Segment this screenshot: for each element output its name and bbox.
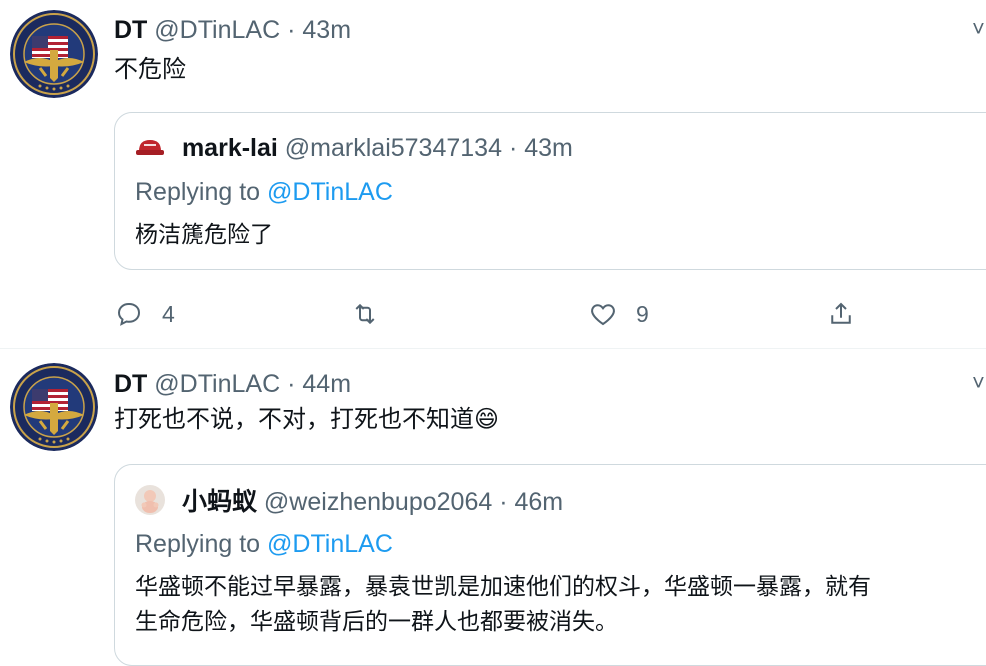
quote-author-name: mark-lai <box>181 134 278 162</box>
timestamp[interactable]: · 43m <box>287 16 351 44</box>
tweet-text: 不危险 <box>114 56 186 83</box>
tweet-header: DT @DTinLAC · 44m <box>114 369 351 399</box>
quote-text-line-1: 华盛顿不能过早暴露，暴袁世凯是加速他们的权斗，华盛顿一暴露，就有 <box>135 573 871 599</box>
baby-doll-icon <box>135 485 165 522</box>
quote-author-name: 小蚂蚁 <box>181 488 257 517</box>
replying-to: Replying to @DTinLAC <box>135 529 393 559</box>
share-icon <box>831 302 851 324</box>
reply-count: 4 <box>162 300 175 327</box>
quote-text: 杨洁篪危险了 <box>135 221 273 247</box>
quote-author-handle: @weizhenbupo2064 <box>263 488 493 517</box>
retweet-button[interactable] <box>350 297 380 331</box>
navy-seal-emblem-icon[interactable] <box>10 10 98 98</box>
author-name[interactable]: DT <box>114 370 147 398</box>
replying-prefix: Replying to <box>135 178 268 206</box>
quote-header: mark-lai @marklai57347134 · 43m <box>135 133 573 164</box>
navy-seal-emblem-icon[interactable] <box>10 363 98 451</box>
quote-timestamp: · 46m <box>499 488 564 517</box>
retweet-icon <box>355 303 375 325</box>
heart-icon <box>591 304 615 326</box>
chevron-down-icon[interactable]: ˅ <box>972 22 986 36</box>
mention-link[interactable]: @DTinLAC <box>267 178 393 206</box>
tweet-text: 打死也不说，不对，打死也不知道😄 <box>114 406 500 433</box>
tweet-header: DT @DTinLAC · 43m <box>114 15 351 45</box>
quote-timestamp: · 43m <box>508 134 573 162</box>
quoted-tweet[interactable]: mark-lai @marklai57347134 · 43m Replying… <box>114 112 986 270</box>
tweet[interactable]: DT @DTinLAC · 43m ˅ 不危险 mark-lai @markla… <box>0 0 986 348</box>
quote-author-handle: @marklai57347134 <box>284 134 502 162</box>
tweet[interactable]: DT @DTinLAC · 44m ˅ 打死也不说，不对，打死也不知道😄 小蚂蚁… <box>0 349 986 666</box>
red-hat-icon <box>135 134 165 164</box>
action-bar: 4 9 <box>114 297 874 331</box>
timestamp[interactable]: · 44m <box>287 370 351 398</box>
quote-header: 小蚂蚁 @weizhenbupo2064 · 46m <box>135 485 563 522</box>
author-handle[interactable]: @DTinLAC <box>154 370 280 398</box>
author-handle[interactable]: @DTinLAC <box>154 16 280 44</box>
share-button[interactable] <box>826 297 856 331</box>
quoted-tweet[interactable]: 小蚂蚁 @weizhenbupo2064 · 46m Replying to @… <box>114 464 986 666</box>
quote-text-line-2: 生命危险，华盛顿背后的一群人也都要被消失。 <box>135 608 618 634</box>
mention-link[interactable]: @DTinLAC <box>267 530 393 558</box>
author-name[interactable]: DT <box>114 16 147 44</box>
reply-button[interactable]: 4 <box>114 297 175 331</box>
chevron-down-icon[interactable]: ˅ <box>972 376 986 390</box>
reply-icon <box>117 302 141 326</box>
like-button[interactable]: 9 <box>588 297 649 331</box>
replying-prefix: Replying to <box>135 530 268 558</box>
like-count: 9 <box>636 300 649 327</box>
replying-to: Replying to @DTinLAC <box>135 177 393 207</box>
